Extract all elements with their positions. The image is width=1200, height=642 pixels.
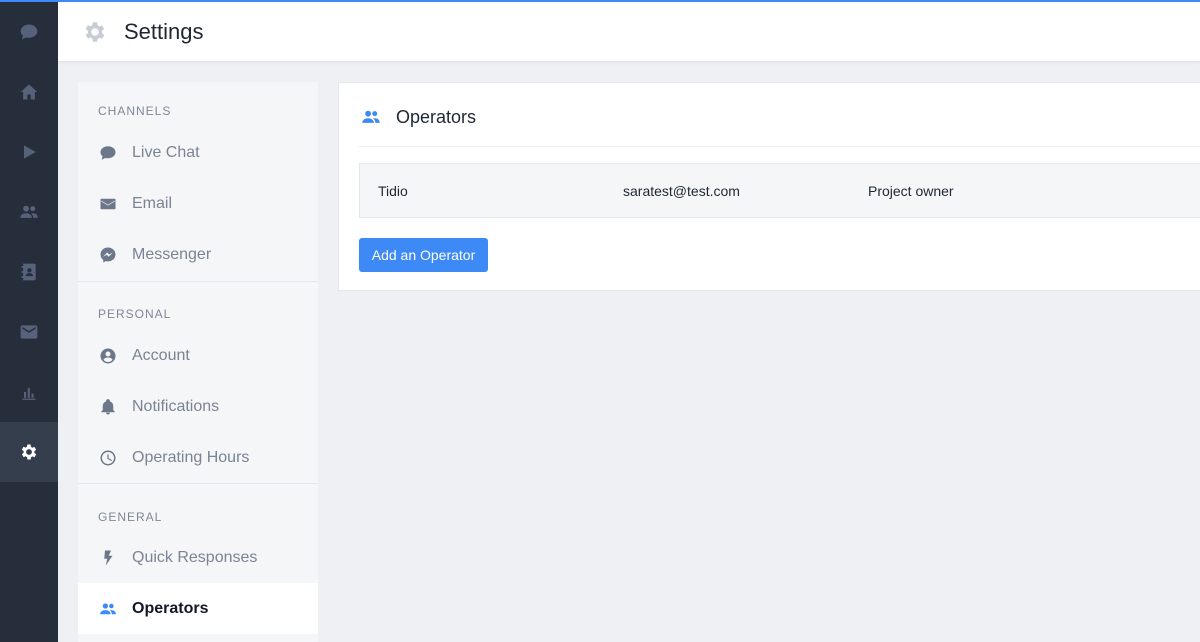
nav-item-label: Email [132,194,173,212]
chat-bubble-icon [98,143,118,163]
nav-item-label: Notifications [132,397,220,415]
nav-item-label: Operators [132,599,209,617]
add-operator-button[interactable]: Add an Operator [359,238,488,272]
rail-mailbox[interactable] [0,302,58,362]
page-title: Settings [124,18,204,44]
nav-item-notifications[interactable]: Notifications [78,381,318,432]
rail-analytics[interactable] [0,362,58,422]
clock-icon [98,448,118,468]
section-divider [78,281,318,282]
messenger-icon [98,245,118,265]
settings-nav: CHANNELS Live Chat Email Messenger PERSO… [78,82,318,642]
card-divider [359,146,1200,147]
mailbox-icon [20,325,38,339]
rail-home[interactable] [0,62,58,122]
analytics-icon [22,387,36,400]
rail-play[interactable] [0,122,58,182]
nav-item-live-chat[interactable]: Live Chat [78,127,318,178]
rail-visitors[interactable] [0,182,58,242]
nav-item-label: Messenger [132,245,212,263]
visitors-icon [20,205,38,218]
lightning-icon [98,548,118,568]
play-icon [24,145,36,159]
app-rail [0,0,58,642]
rail-contacts[interactable] [0,242,58,302]
operator-role: Project owner [868,182,954,199]
section-title-general: GENERAL [98,510,163,524]
operators-card: Operators Tidio saratest@test.com Projec… [338,82,1200,291]
bell-icon [98,397,118,417]
nav-item-quick-responses[interactable]: Quick Responses [78,532,318,583]
rail-settings[interactable] [0,422,58,482]
nav-item-label: Quick Responses [132,548,258,566]
operator-email: saratest@test.com [623,182,740,199]
section-title-personal: PERSONAL [98,307,172,321]
nav-item-label: Live Chat [132,143,200,161]
card-title: Operators [396,106,477,127]
gear-icon [82,19,108,45]
table-row[interactable]: Tidio saratest@test.com Project owner [359,163,1200,218]
operator-name: Tidio [378,182,408,199]
people-icon [362,110,380,123]
card-header: Operators [359,105,476,129]
people-icon [98,599,118,619]
chat-icon [20,24,38,40]
nav-item-label: Account [132,346,190,364]
nav-item-account[interactable]: Account [78,330,318,381]
section-title-channels: CHANNELS [98,104,172,118]
home-icon [20,84,38,100]
rail-chat[interactable] [0,2,58,62]
nav-item-messenger[interactable]: Messenger [78,229,318,280]
section-divider [78,483,318,484]
settings-icon [21,444,37,460]
nav-item-email[interactable]: Email [78,178,318,229]
nav-item-operating-hours[interactable]: Operating Hours [78,432,318,483]
nav-item-operators[interactable]: Operators [78,583,318,634]
page-header: Settings [58,2,1200,62]
envelope-icon [98,194,118,214]
user-circle-icon [98,346,118,366]
contacts-icon [21,263,36,281]
top-accent-line [0,0,1200,2]
nav-item-label: Operating Hours [132,448,250,466]
